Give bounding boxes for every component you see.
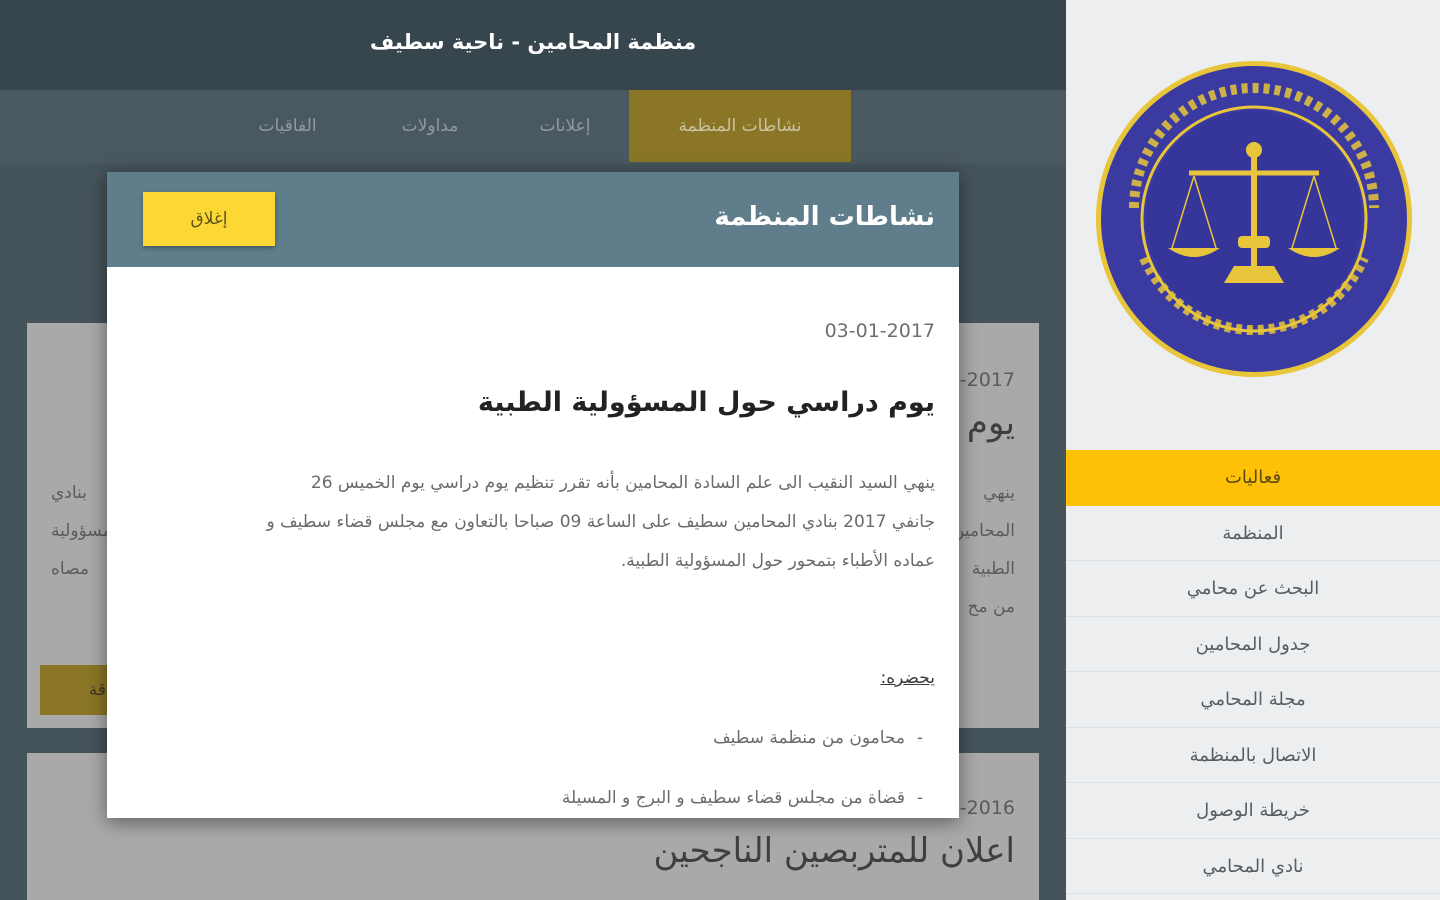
nav-item-magazine[interactable]: مجلة المحامي — [1066, 672, 1440, 728]
card-text-fragment: الطبية — [971, 559, 1015, 579]
body-line: عماده الأطباء بتمحور حول المسؤولية الطبي… — [620, 551, 935, 571]
tab-agreements[interactable]: الفاقيات — [230, 90, 345, 162]
nav-item-activities[interactable]: فعاليات — [1066, 450, 1440, 506]
card-text-fragment: من مح — [967, 597, 1015, 617]
page-title: منظمة المحامين - ناحية سطيف — [369, 30, 697, 54]
tab-announcements[interactable]: إعلانات — [510, 90, 620, 162]
tab-bar: نشاطات المنظمة إعلانات مداولات الفاقيات — [0, 90, 1066, 164]
card-text-fragment: بنادي — [51, 483, 87, 503]
read-more-button[interactable]: قة — [40, 665, 110, 715]
card-heading: يوم — [966, 403, 1015, 443]
modal-title: نشاطات المنظمة — [714, 202, 935, 232]
card-heading: اعلان للمتربصين الناجحين — [653, 831, 1015, 871]
attendee-item: -محامون من منظمة سطيف — [713, 728, 935, 748]
card-date: -2016 — [959, 797, 1015, 819]
card-text-fragment: مصاه — [51, 559, 89, 579]
nav-item-lawyers-table[interactable]: جدول المحامين — [1066, 617, 1440, 672]
organization-logo[interactable] — [1094, 58, 1414, 380]
attendee-text: قضاة من مجلس قضاء سطيف و البرج و المسيلة — [561, 788, 905, 808]
tab-deliberations[interactable]: مداولات — [370, 90, 490, 162]
nav-item-access-map[interactable]: خريطة الوصول — [1066, 783, 1440, 839]
card-text-fragment: المحامين — [951, 521, 1015, 541]
activity-heading: يوم دراسي حول المسؤولية الطبية — [477, 387, 935, 418]
top-bar: منظمة المحامين - ناحية سطيف — [0, 0, 1066, 90]
bullet-dash: - — [916, 728, 924, 748]
sidebar: فعاليات المنظمة البحث عن محامي جدول المح… — [1066, 0, 1440, 900]
activity-body: ينهي السيد النقيب الى علم السادة المحامي… — [135, 464, 935, 581]
nav-item-find-lawyer[interactable]: البحث عن محامي — [1066, 561, 1440, 617]
nav-item-contact[interactable]: الاتصال بالمنظمة — [1066, 728, 1440, 783]
attendee-item: -قضاة من مجلس قضاء سطيف و البرج و المسيل… — [562, 788, 935, 808]
close-button[interactable]: إغلاق — [143, 192, 275, 246]
tab-activities[interactable]: نشاطات المنظمة — [629, 90, 851, 162]
attendees-label: يحضره: — [880, 668, 935, 688]
card-date: -2017 — [959, 369, 1015, 391]
body-line: ينهي السيد النقيب الى علم السادة المحامي… — [310, 473, 935, 493]
sidebar-nav: فعاليات المنظمة البحث عن محامي جدول المح… — [1066, 450, 1440, 894]
body-line: جانفي 2017 بنادي المحامين سطيف على الساع… — [266, 512, 935, 532]
activity-date: 03-01-2017 — [824, 320, 935, 342]
bullet-dash: - — [916, 788, 924, 808]
nav-item-organization[interactable]: المنظمة — [1066, 506, 1440, 561]
nav-item-club[interactable]: نادي المحامي — [1066, 839, 1440, 894]
activity-modal: نشاطات المنظمة إغلاق 03-01-2017 يوم دراس… — [107, 172, 959, 818]
card-text-fragment: ينهي — [983, 483, 1015, 503]
modal-header: نشاطات المنظمة إغلاق — [107, 172, 959, 267]
attendee-text: محامون من منظمة سطيف — [713, 728, 905, 748]
